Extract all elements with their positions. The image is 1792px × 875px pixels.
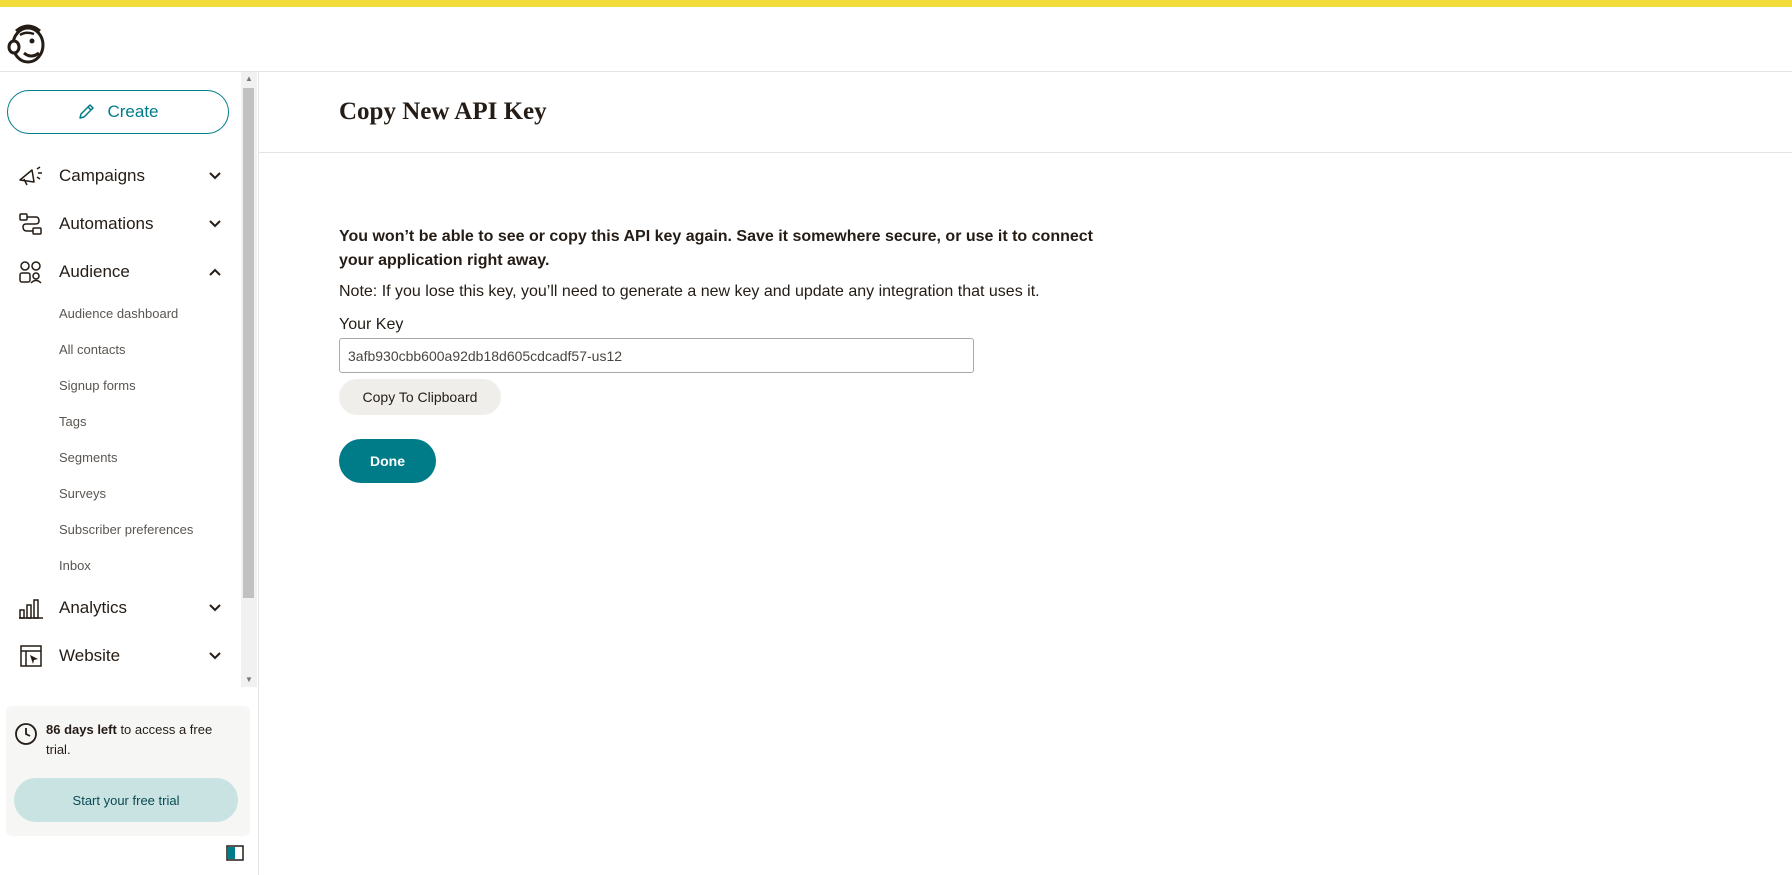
scrollbar-thumb[interactable] xyxy=(243,88,254,598)
megaphone-icon xyxy=(19,166,42,186)
clock-icon xyxy=(15,723,37,745)
chevron-down-icon xyxy=(209,172,221,180)
your-key-label: Your Key xyxy=(339,316,404,333)
page-header: Copy New API Key xyxy=(259,72,1792,153)
api-key-field[interactable] xyxy=(339,338,974,373)
chevron-up-icon xyxy=(209,268,221,276)
sidebar-subitem-subscriber-preferences[interactable]: Subscriber preferences xyxy=(59,522,193,537)
sidebar-subitem-tags[interactable]: Tags xyxy=(59,414,86,429)
sidebar-subitem-inbox[interactable]: Inbox xyxy=(59,558,91,573)
sidebar-item-audience[interactable]: Audience xyxy=(0,250,241,294)
chevron-down-icon xyxy=(209,604,221,612)
sidebar-subitem-segments[interactable]: Segments xyxy=(59,450,118,465)
sidebar-subitem-surveys[interactable]: Surveys xyxy=(59,486,106,501)
scroll-down-arrow-icon[interactable]: ▼ xyxy=(241,673,257,687)
pencil-icon xyxy=(79,104,95,119)
trial-message: 86 days left to access a free trial. xyxy=(46,720,236,760)
trial-card: 86 days left to access a free trial. Sta… xyxy=(6,706,250,836)
sidebar-item-campaigns[interactable]: Campaigns xyxy=(0,154,241,198)
sidebar-item-automations[interactable]: Automations xyxy=(0,202,241,246)
bar-chart-icon xyxy=(19,599,43,619)
sidebar-item-label: Website xyxy=(59,646,121,665)
sidebar: Create Campaigns Automations Audience Au… xyxy=(0,72,259,875)
mailchimp-logo-icon[interactable] xyxy=(6,19,48,67)
copy-to-clipboard-button[interactable]: Copy To Clipboard xyxy=(339,379,501,415)
automation-flow-icon xyxy=(19,213,42,235)
sidebar-scrollbar[interactable]: ▲ ▼ xyxy=(241,72,257,687)
create-button[interactable]: Create xyxy=(7,90,229,134)
website-icon xyxy=(20,645,42,667)
start-free-trial-button[interactable]: Start your free trial xyxy=(14,778,238,822)
page-title: Copy New API Key xyxy=(339,98,547,125)
chevron-down-icon xyxy=(209,220,221,228)
trial-days-left: 86 days left xyxy=(46,722,117,737)
create-button-label: Create xyxy=(107,102,159,121)
sidebar-item-label: Campaigns xyxy=(59,166,145,185)
api-key-warning: You won’t be able to see or copy this AP… xyxy=(339,228,1093,269)
sidebar-subitem-audience-dashboard[interactable]: Audience dashboard xyxy=(59,306,178,321)
sidebar-item-analytics[interactable]: Analytics xyxy=(0,586,241,630)
collapse-sidebar-icon[interactable] xyxy=(226,845,244,861)
top-bar xyxy=(0,0,1792,72)
done-button[interactable]: Done xyxy=(339,439,436,483)
sidebar-subitem-all-contacts[interactable]: All contacts xyxy=(59,342,125,357)
chevron-down-icon xyxy=(209,652,221,660)
api-key-note: Note: If you lose this key, you’ll need … xyxy=(339,283,1040,300)
sidebar-subitem-signup-forms[interactable]: Signup forms xyxy=(59,378,136,393)
sidebar-item-label: Analytics xyxy=(59,598,128,617)
sidebar-nav: Create Campaigns Automations Audience Au… xyxy=(0,72,241,687)
sidebar-item-website[interactable]: Website xyxy=(0,634,241,678)
sidebar-item-label: Automations xyxy=(59,214,154,233)
audience-icon xyxy=(19,261,42,284)
scroll-up-arrow-icon[interactable]: ▲ xyxy=(241,72,257,86)
sidebar-item-label: Audience xyxy=(59,262,130,281)
